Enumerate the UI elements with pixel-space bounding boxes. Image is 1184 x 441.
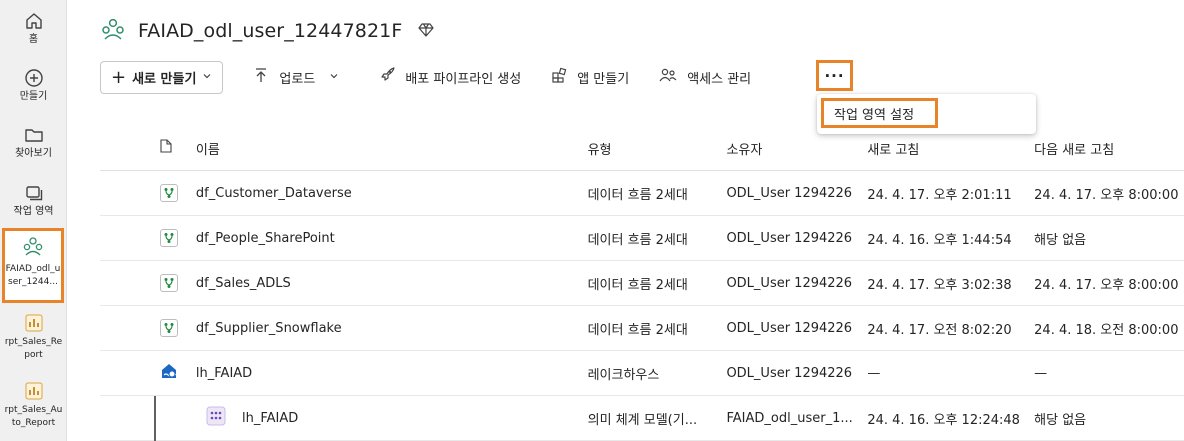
refreshed-column-header[interactable]: 새로 고침 [867, 139, 1034, 158]
nav-report-sales-auto-label: rpt_Sales_Auto_Report [4, 405, 63, 428]
type-column-header[interactable] [100, 139, 196, 157]
chevron-down-icon [329, 70, 349, 85]
item-next-refresh: 해당 없음 [1034, 412, 1087, 428]
table-row[interactable]: df_Sales_ADLS 데이터 흐름 2세대 ODL_User 129422… [100, 261, 1184, 306]
nav-create[interactable]: 만들기 [0, 67, 67, 103]
create-app-button[interactable]: 앱 만들기 [551, 61, 629, 94]
workspace-people-icon [100, 16, 126, 46]
item-type: 데이터 흐름 2세대 [587, 322, 688, 338]
menu-item-workspace-settings[interactable]: 작업 영역 설정 [821, 98, 938, 128]
name-column-header[interactable]: 이름 [196, 139, 588, 158]
app-window: 홈 만들기 찾아보기 작업 영역 FAIAD_odl_user_1244... … [0, 0, 1184, 441]
nav-report-sales[interactable]: rpt_Sales_Report [0, 312, 67, 362]
item-refreshed: 24. 4. 16. 오후 1:44:54 [867, 232, 1012, 248]
report-icon [23, 312, 45, 334]
item-refreshed: 24. 4. 17. 오후 2:01:11 [867, 187, 1012, 203]
left-nav-rail: 홈 만들기 찾아보기 작업 영역 FAIAD_odl_user_1244... … [0, 0, 67, 441]
app-grid-icon [551, 67, 577, 87]
item-next-refresh: 24. 4. 17. 오후 8:00:00 [1034, 187, 1179, 203]
document-icon [160, 139, 172, 157]
more-options-button[interactable]: ··· [816, 60, 853, 91]
manage-access-label: 액세스 관리 [687, 71, 752, 87]
table-row[interactable]: df_People_SharePoint 데이터 흐름 2세대 ODL_User… [100, 216, 1184, 261]
item-name[interactable]: lh_FAIAD [196, 366, 588, 381]
plus-circle-icon [23, 67, 45, 89]
nav-browse-label: 찾아보기 [15, 148, 52, 159]
nav-workspaces-label: 작업 영역 [13, 206, 54, 217]
item-owner: ODL_User 1294226 [726, 185, 853, 201]
item-next-refresh: 해당 없음 [1034, 232, 1087, 248]
item-name[interactable]: df_Customer_Dataverse [196, 186, 588, 201]
new-item-button[interactable]: + 새로 만들기 [100, 60, 224, 94]
create-app-label: 앱 만들기 [577, 71, 630, 87]
nav-home[interactable]: 홈 [0, 10, 67, 46]
upload-label: 업로드 [279, 71, 316, 87]
nav-report-sales-auto[interactable]: rpt_Sales_Auto_Report [0, 380, 67, 430]
item-owner: ODL_User 1294226 [726, 320, 853, 336]
dataflow-icon [160, 229, 178, 247]
item-refreshed: — [867, 365, 881, 381]
nav-create-label: 만들기 [19, 91, 48, 102]
item-type: 의미 체계 모델(기... [587, 412, 698, 428]
item-name[interactable]: df_Supplier_Snowflake [196, 321, 588, 336]
table-row[interactable]: df_Supplier_Snowflake 데이터 흐름 2세대 ODL_Use… [100, 306, 1184, 351]
home-icon [23, 10, 45, 32]
item-name[interactable]: df_Sales_ADLS [196, 276, 588, 291]
workspaces-icon [23, 182, 45, 204]
item-type: 레이크하우스 [587, 367, 660, 383]
item-owner: FAIAD_odl_user_1... [726, 410, 853, 426]
dataflow-icon [160, 319, 178, 337]
create-pipeline-button[interactable]: 배포 파이프라인 생성 [379, 61, 521, 94]
table-row[interactable]: df_Customer_Dataverse 데이터 흐름 2세대 ODL_Use… [100, 171, 1184, 216]
next-refresh-column-header[interactable]: 다음 새로 고침 [1034, 139, 1184, 158]
item-owner: ODL_User 1294226 [726, 365, 853, 381]
owner-column-header[interactable]: 소유자 [726, 139, 867, 158]
upload-icon [253, 67, 279, 87]
item-owner: ODL_User 1294226 [726, 230, 853, 246]
dataflow-icon [160, 184, 178, 202]
workspace-header: FAIAD_odl_user_12447821F [100, 14, 434, 48]
nav-home-label: 홈 [28, 34, 39, 45]
upload-button[interactable]: 업로드 [253, 61, 349, 94]
item-type: 데이터 흐름 2세대 [587, 187, 688, 203]
table-row[interactable]: lh_FAIAD 의미 체계 모델(기... FAIAD_odl_user_1.… [100, 396, 1184, 441]
page-title: FAIAD_odl_user_12447821F [138, 20, 403, 42]
item-owner: ODL_User 1294226 [726, 275, 853, 291]
new-item-label: 새로 만들기 [132, 71, 197, 87]
item-name[interactable]: df_People_SharePoint [196, 231, 588, 246]
tree-connector-line [154, 396, 156, 441]
item-next-refresh: 24. 4. 18. 오전 8:00:00 [1034, 322, 1179, 338]
dataflow-icon [160, 274, 178, 292]
item-refreshed: 24. 4. 17. 오전 8:02:20 [867, 322, 1012, 338]
type-column-header-label[interactable]: 유형 [588, 139, 727, 158]
nav-workspaces[interactable]: 작업 영역 [0, 182, 67, 218]
toolbar: + 새로 만들기 업로드 배포 파이프라인 생성 앱 만들기 액세스 관리 ··… [100, 60, 853, 94]
manage-access-button[interactable]: 액세스 관리 [659, 61, 751, 94]
lakehouse-icon [160, 362, 178, 384]
plus-icon: + [111, 66, 127, 88]
nav-active-workspace[interactable]: FAIAD_odl_user_1244... [2, 228, 64, 303]
workspace-people-icon [22, 235, 44, 261]
item-type: 데이터 흐름 2세대 [587, 277, 688, 293]
create-pipeline-label: 배포 파이프라인 생성 [405, 71, 522, 87]
chevron-down-icon [202, 70, 212, 85]
table-row[interactable]: lh_FAIAD 레이크하우스 ODL_User 1294226 — — [100, 351, 1184, 396]
item-refreshed: 24. 4. 16. 오후 12:24:48 [867, 412, 1020, 428]
report-icon [23, 380, 45, 402]
table-header: 이름 유형 소유자 새로 고침 다음 새로 고침 [100, 126, 1184, 171]
item-name[interactable]: lh_FAIAD [196, 411, 588, 426]
rocket-icon [379, 67, 405, 87]
premium-diamond-icon[interactable] [418, 22, 434, 41]
folder-icon [23, 124, 45, 146]
nav-active-workspace-label: FAIAD_odl_user_1244... [5, 264, 61, 287]
people-icon [659, 67, 687, 87]
nav-report-sales-label: rpt_Sales_Report [4, 337, 63, 360]
items-table: 이름 유형 소유자 새로 고침 다음 새로 고침 df_Customer_Dat… [100, 126, 1184, 441]
item-type: 데이터 흐름 2세대 [587, 232, 688, 248]
item-next-refresh: — [1034, 365, 1048, 381]
item-next-refresh: 24. 4. 17. 오후 8:00:00 [1034, 277, 1179, 293]
item-refreshed: 24. 4. 17. 오후 3:02:38 [867, 277, 1012, 293]
nav-browse[interactable]: 찾아보기 [0, 124, 67, 160]
